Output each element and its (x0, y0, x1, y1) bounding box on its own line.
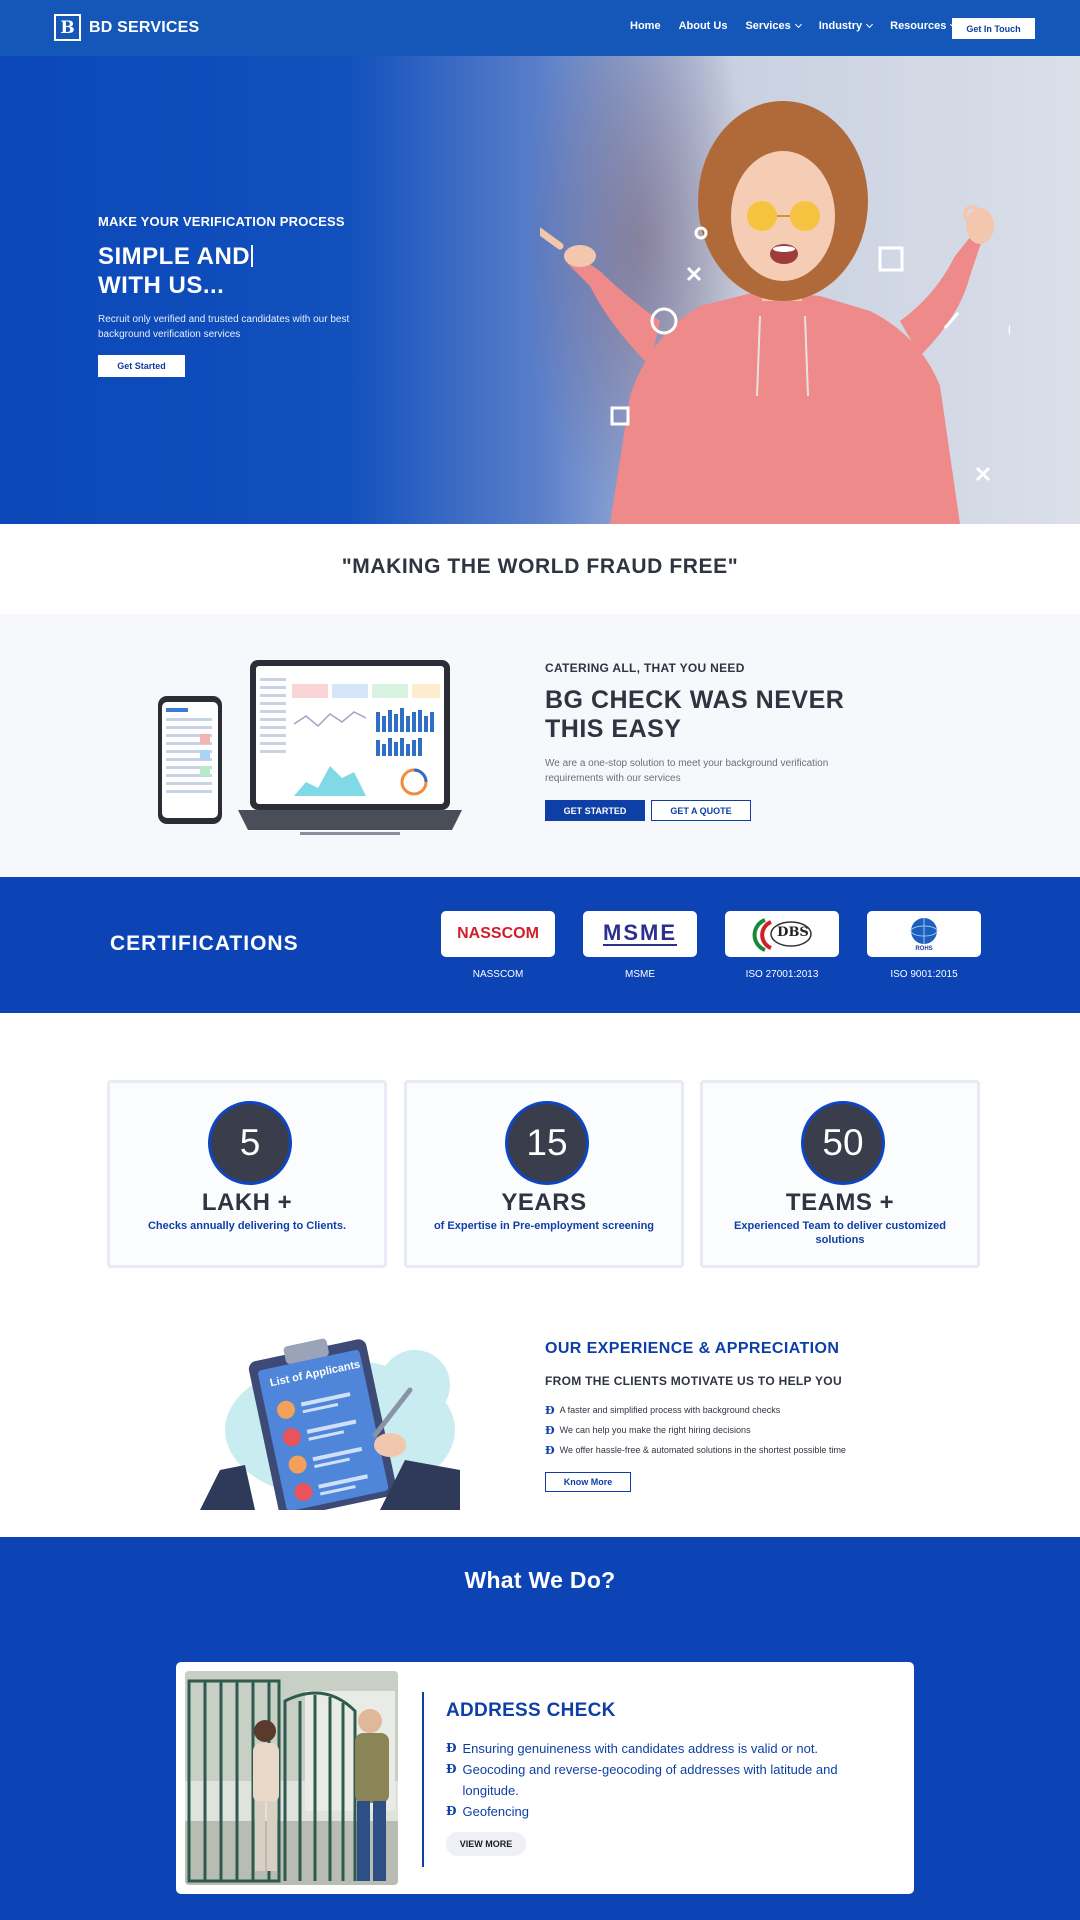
list-item: Ð Ensuring genuineness with candidates ad… (446, 1738, 886, 1759)
applicants-clipboard-illustration: List of Applicants (200, 1338, 460, 1510)
stat-description: of Expertise in Pre-employment screening (433, 1220, 655, 1232)
know-more-button[interactable]: Know More (545, 1472, 631, 1492)
list-item: Ð A faster and simplified process with ba… (545, 1400, 846, 1420)
hero-banner: MAKE YOUR VERIFICATION PROCESS SIMPLE AN… (0, 56, 1080, 524)
hero-eyebrow: MAKE YOUR VERIFICATION PROCESS (98, 214, 345, 229)
bg-check-eyebrow: CATERING ALL, THAT YOU NEED (545, 661, 745, 675)
nav-item-about[interactable]: About Us (679, 20, 728, 32)
stat-unit: YEARS (501, 1189, 587, 1216)
stat-unit: TEAMS + (785, 1189, 895, 1216)
list-item-text: Geocoding and reverse-geocoding of addre… (462, 1762, 838, 1798)
bd-bullet-icon: Ð (545, 1423, 555, 1437)
nav-label: Industry (818, 20, 863, 32)
stat-card-teams: 50 TEAMS + Experienced Team to deliver c… (700, 1080, 980, 1268)
bg-check-description: We are a one-stop solution to meet your … (545, 758, 829, 784)
hero-get-started-button[interactable]: Get Started (98, 355, 185, 377)
cert-label: NASSCOM (472, 969, 524, 980)
nav-label: Resources (890, 20, 947, 32)
logo-icon: B (54, 14, 81, 41)
stat-unit: LAKH + (201, 1189, 293, 1216)
card-divider (422, 1692, 424, 1867)
nav-label: About Us (678, 20, 728, 32)
nav-item-home[interactable]: Home (630, 20, 661, 32)
get-in-touch-button[interactable]: Get In Touch (952, 18, 1035, 39)
service-bullet-list: Ð Ensuring genuineness with candidates ad… (446, 1738, 886, 1822)
slogan-section: "MAKING THE WORLD FRAUD FREE" (0, 524, 1080, 614)
stat-card-years: 15 YEARS of Expertise in Pre-employment … (404, 1080, 684, 1268)
certifications-section: CERTIFICATIONS NASSCOM NASSCOM MSME MSME… (0, 877, 1080, 1013)
list-item-text: A faster and simplified process with bac… (559, 1405, 781, 1415)
hero-title-line2: WITH US... (98, 272, 225, 299)
stat-number: 5 (208, 1101, 292, 1185)
certifications-title: CERTIFICATIONS (110, 932, 299, 955)
what-we-do-section: What We Do? ADDRESS CHECK Ð Ensuring gen… (0, 1537, 1080, 1920)
hero-description: Recruit only verified and trusted candid… (98, 314, 350, 340)
service-title: ADDRESS CHECK (446, 1700, 616, 1721)
nav-item-industry[interactable]: Industry (818, 20, 874, 32)
bd-bullet-icon: Ð (545, 1403, 555, 1417)
experience-title: OUR EXPERIENCE & APPRECIATION (545, 1340, 840, 1357)
dashboard-devices-image (158, 660, 462, 835)
chevron-down-icon (794, 20, 802, 29)
list-item: Ð We offer hassle-free & automated soluti… (545, 1440, 846, 1460)
cert-iso27001: DBS ISO 27001:2013 (725, 911, 839, 980)
globe-icon (910, 918, 938, 944)
list-item: Ð Geofencing (446, 1801, 886, 1822)
list-item-text: We offer hassle-free & automated solutio… (559, 1445, 846, 1455)
brand-name: BD SERVICES (89, 18, 200, 36)
slogan-text: "MAKING THE WORLD FRAUD FREE" (341, 555, 739, 578)
stat-number: 15 (505, 1101, 589, 1185)
what-we-do-title: What We Do? (464, 1567, 616, 1593)
nasscom-logo-text: NASSCOM (457, 925, 539, 942)
nasscom-logo: NASSCOM (441, 911, 555, 957)
dbs-cert-logo: DBS (725, 911, 839, 957)
typing-cursor (251, 245, 254, 267)
msme-logo: MSME (583, 911, 697, 957)
list-item: Ð We can help you make the right hiring d… (545, 1420, 846, 1440)
brand[interactable]: B BD SERVICES (54, 14, 199, 41)
rohs-logo: ROHS (867, 911, 981, 957)
chevron-down-icon (866, 20, 874, 29)
get-started-button[interactable]: GET STARTED (545, 800, 645, 821)
list-item-text: Geofencing (462, 1804, 530, 1819)
stat-description: Experienced Team to deliver customized s… (734, 1220, 946, 1246)
nav-menu: Home About Us Services Industry Resource… (630, 20, 958, 32)
rohs-logo-text: ROHS (915, 946, 933, 952)
stat-description: Checks annually delivering to Clients. (147, 1220, 347, 1232)
cert-label: MSME (625, 969, 655, 980)
bd-bullet-icon: Ð (446, 1804, 457, 1818)
get-a-quote-button[interactable]: GET A QUOTE (651, 800, 751, 821)
cert-iso9001: ROHS ISO 9001:2015 (867, 911, 981, 980)
logo-letter: B (60, 17, 75, 38)
nav-item-services[interactable]: Services (745, 20, 802, 32)
dbs-logo-text: DBS (777, 924, 809, 940)
hero-title: SIMPLE AND WITH US... (98, 242, 254, 300)
list-item: Ð Geocoding and reverse-geocoding of addr… (446, 1759, 886, 1801)
nav-label: Home (630, 20, 661, 32)
nav-item-resources[interactable]: Resources (890, 20, 958, 32)
experience-subtitle: FROM THE CLIENTS MOTIVATE US TO HELP YOU (545, 1374, 842, 1388)
experience-list: Ð A faster and simplified process with ba… (545, 1400, 846, 1460)
bd-bullet-icon: Ð (446, 1741, 457, 1755)
view-more-button[interactable]: VIEW MORE (446, 1832, 526, 1856)
bd-bullet-icon: Ð (446, 1762, 457, 1776)
bg-check-title: BG CHECK WAS NEVER THIS EASY (545, 686, 845, 743)
cert-msme: MSME MSME (583, 911, 697, 980)
nav-label: Services (745, 20, 791, 32)
cert-label: ISO 9001:2015 (890, 969, 958, 980)
list-item-text: We can help you make the right hiring de… (559, 1425, 751, 1435)
cert-label: ISO 27001:2013 (745, 969, 819, 980)
msme-logo-text: MSME (603, 920, 677, 946)
stat-number: 50 (801, 1101, 885, 1185)
bd-bullet-icon: Ð (545, 1443, 555, 1457)
list-item-text: Ensuring genuineness with candidates add… (462, 1741, 819, 1756)
hero-title-line1: SIMPLE AND (98, 243, 251, 270)
service-card-address-check: ADDRESS CHECK Ð Ensuring genuineness with… (176, 1662, 914, 1894)
navbar: B BD SERVICES Home About Us Services Ind… (0, 0, 1080, 56)
address-check-photo (185, 1671, 398, 1885)
bg-check-section: CATERING ALL, THAT YOU NEED BG CHECK WAS… (0, 614, 1080, 877)
hero-woman-image (540, 101, 1010, 524)
stat-card-lakh: 5 LAKH + Checks annually delivering to C… (107, 1080, 387, 1268)
cert-nasscom: NASSCOM NASSCOM (441, 911, 555, 980)
